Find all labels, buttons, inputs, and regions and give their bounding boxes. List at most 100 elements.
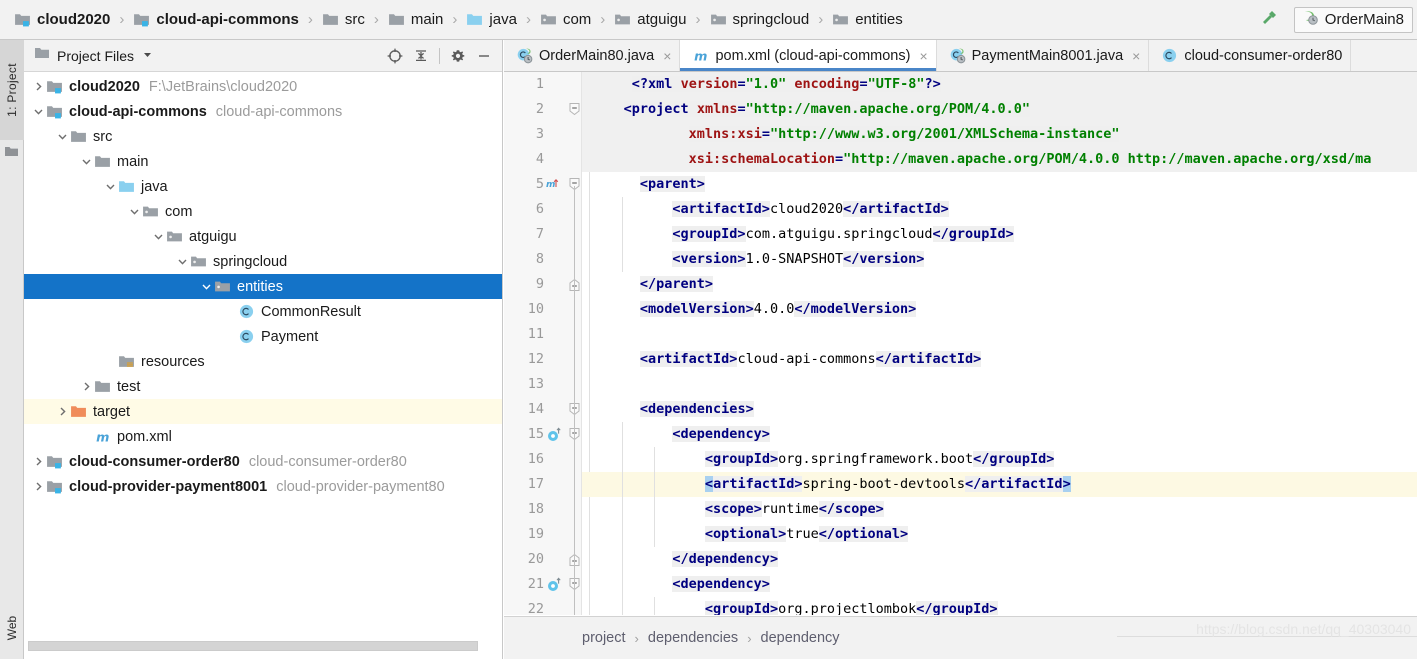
chevron-right-icon[interactable]: [30, 481, 46, 492]
tree-row[interactable]: cloud-api-commonscloud-api-commons: [24, 99, 502, 124]
chevron-down-icon[interactable]: [78, 156, 94, 167]
code-line[interactable]: <?xml version="1.0" encoding="UTF-8"?>: [582, 72, 1417, 97]
close-icon[interactable]: ×: [1132, 48, 1140, 64]
run-configuration-selector[interactable]: OrderMain8: [1294, 7, 1413, 33]
code-line[interactable]: xsi:schemaLocation="http://maven.apache.…: [582, 147, 1417, 172]
chevron-down-icon[interactable]: [54, 131, 70, 142]
chevron-right-icon[interactable]: [30, 81, 46, 92]
scrollbar-thumb[interactable]: [28, 641, 478, 651]
code-token: </groupId>: [973, 451, 1054, 467]
chevron-down-icon[interactable]: [150, 231, 166, 242]
hammer-icon[interactable]: [1258, 6, 1280, 33]
breadcrumb-item-com[interactable]: com: [538, 6, 593, 34]
tree-row[interactable]: src: [24, 124, 502, 149]
code-line[interactable]: <parent>: [582, 172, 1417, 197]
code-editor[interactable]: 12345m678910111213141516171819202122 <?x…: [504, 72, 1417, 615]
code-line[interactable]: <groupId>org.springframework.boot</group…: [582, 447, 1417, 472]
java-class-icon: [238, 328, 255, 345]
tree-row[interactable]: atguigu: [24, 224, 502, 249]
breadcrumb-item-cloud-api-commons[interactable]: cloud-api-commons: [131, 6, 301, 34]
tree-row[interactable]: cloud2020F:\JetBrains\cloud2020: [24, 74, 502, 99]
tree-row[interactable]: target: [24, 399, 502, 424]
chevron-down-icon[interactable]: [142, 49, 153, 62]
tree-row[interactable]: CommonResult: [24, 299, 502, 324]
chevron-down-icon[interactable]: [102, 181, 118, 192]
tree-row[interactable]: cloud-provider-payment8001cloud-provider…: [24, 474, 502, 499]
code-token: [583, 226, 672, 242]
code-line[interactable]: <groupId>org.projectlombok</groupId>: [582, 597, 1417, 615]
dependency-icon[interactable]: [546, 422, 562, 447]
code-line[interactable]: <scope>runtime</scope>: [582, 497, 1417, 522]
breadcrumb-item-src[interactable]: src: [320, 6, 367, 34]
status-breadcrumb-item[interactable]: project: [582, 630, 626, 646]
status-breadcrumb-item[interactable]: dependencies: [648, 630, 738, 646]
code-token: </artifactId>: [843, 201, 949, 217]
maven-up-icon[interactable]: m: [546, 172, 562, 197]
tree-row[interactable]: com: [24, 199, 502, 224]
code-line[interactable]: [582, 372, 1417, 397]
editor-tab-cloud-consumer-order80[interactable]: cloud-consumer-order80: [1149, 40, 1351, 71]
breadcrumb-item-atguigu[interactable]: atguigu: [612, 6, 688, 34]
fold-collapse-icon[interactable]: [568, 97, 581, 122]
breadcrumb-item-java[interactable]: java: [464, 6, 519, 34]
code-line[interactable]: <project xmlns="http://maven.apache.org/…: [582, 97, 1417, 122]
line-number: 21: [504, 572, 544, 597]
code-line[interactable]: <artifactId>cloud-api-commons</artifactI…: [582, 347, 1417, 372]
tree-row[interactable]: mpom.xml: [24, 424, 502, 449]
minimize-icon[interactable]: [472, 44, 496, 68]
code-line[interactable]: <modelVersion>4.0.0</modelVersion>: [582, 297, 1417, 322]
code-line[interactable]: <groupId>com.atguigu.springcloud</groupI…: [582, 222, 1417, 247]
tree-row[interactable]: springcloud: [24, 249, 502, 274]
project-tree[interactable]: cloud2020F:\JetBrains\cloud2020cloud-api…: [24, 72, 502, 636]
chevron-down-icon[interactable]: [30, 106, 46, 117]
tool-window-button-web[interactable]: Web: [0, 601, 24, 655]
tree-row[interactable]: resources: [24, 349, 502, 374]
code-line[interactable]: <artifactId>spring-boot-devtools</artifa…: [582, 472, 1417, 497]
code-line[interactable]: <version>1.0-SNAPSHOT</version>: [582, 247, 1417, 272]
editor-gutter[interactable]: 12345m678910111213141516171819202122: [504, 72, 582, 615]
code-line[interactable]: <dependency>: [582, 572, 1417, 597]
breadcrumb-item-main[interactable]: main: [386, 6, 446, 34]
project-horizontal-scrollbar[interactable]: [24, 637, 503, 651]
editor-tab-paymentmain8001-java[interactable]: PaymentMain8001.java×: [937, 40, 1150, 71]
collapse-all-icon[interactable]: [409, 44, 433, 68]
chevron-right-icon[interactable]: [54, 406, 70, 417]
breadcrumb-item-entities[interactable]: entities: [830, 6, 905, 34]
breadcrumb-item-springcloud[interactable]: springcloud: [708, 6, 812, 34]
tree-row[interactable]: cloud-consumer-order80cloud-consumer-ord…: [24, 449, 502, 474]
code-line[interactable]: [582, 322, 1417, 347]
chevron-right-icon[interactable]: [30, 456, 46, 467]
locate-target-icon[interactable]: [383, 44, 407, 68]
folder-icon: [94, 378, 111, 395]
code-line[interactable]: </dependency>: [582, 547, 1417, 572]
editor-tab-ordermain80-java[interactable]: OrderMain80.java×: [504, 40, 680, 71]
tree-row[interactable]: java: [24, 174, 502, 199]
status-breadcrumb-item[interactable]: dependency: [761, 630, 840, 646]
close-icon[interactable]: ×: [663, 48, 671, 64]
tree-row[interactable]: Payment: [24, 324, 502, 349]
tree-row[interactable]: entities: [24, 274, 502, 299]
code-line[interactable]: xmlns:xsi="http://www.w3.org/2001/XMLSch…: [582, 122, 1417, 147]
gear-icon[interactable]: [446, 44, 470, 68]
code-line[interactable]: <artifactId>cloud2020</artifactId>: [582, 197, 1417, 222]
code-line[interactable]: <optional>true</optional>: [582, 522, 1417, 547]
indent-guide: [622, 447, 623, 472]
code-line[interactable]: <dependencies>: [582, 397, 1417, 422]
chevron-down-icon[interactable]: [126, 206, 142, 217]
editor-tab-pom-xml-cloud-api-commons-[interactable]: mpom.xml (cloud-api-commons)×: [680, 40, 936, 71]
tree-row[interactable]: main: [24, 149, 502, 174]
indent-guide: [589, 522, 590, 547]
chevron-down-icon[interactable]: [198, 281, 214, 292]
chevron-right-icon[interactable]: [78, 381, 94, 392]
code-line[interactable]: </parent>: [582, 272, 1417, 297]
breadcrumb-item-cloud2020[interactable]: cloud2020: [12, 6, 112, 34]
dependency-icon[interactable]: [546, 572, 562, 597]
editor-code-lines[interactable]: <?xml version="1.0" encoding="UTF-8"?> <…: [582, 72, 1417, 615]
code-token: [583, 201, 672, 217]
chevron-down-icon[interactable]: [174, 256, 190, 267]
code-line[interactable]: <dependency>: [582, 422, 1417, 447]
close-icon[interactable]: ×: [919, 48, 927, 64]
tool-window-button-project[interactable]: 1: Project: [0, 40, 24, 140]
tree-row[interactable]: test: [24, 374, 502, 399]
tree-row-label: cloud-provider-payment8001: [69, 479, 267, 495]
